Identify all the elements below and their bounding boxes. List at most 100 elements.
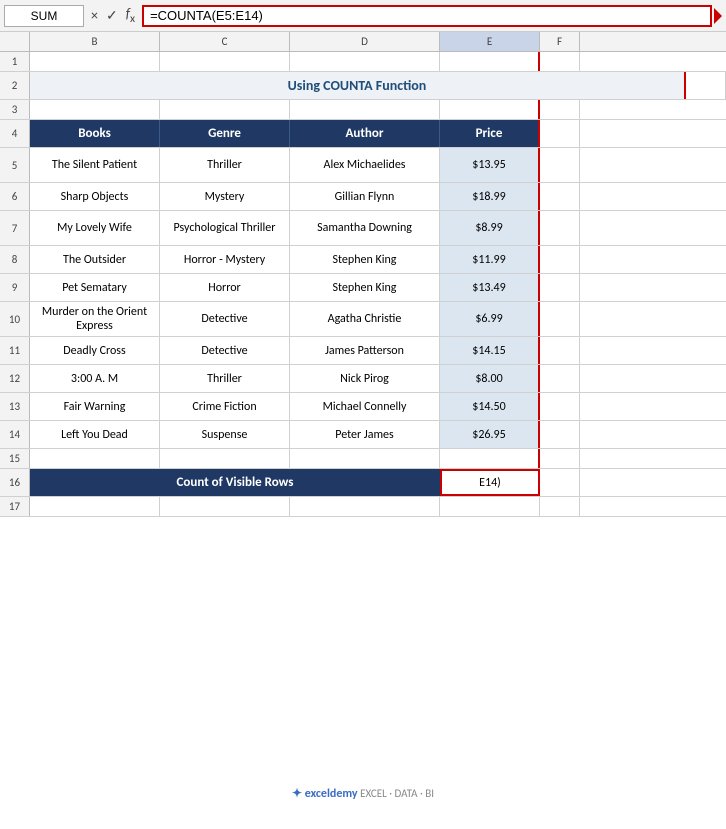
col-header-f[interactable]: F	[540, 32, 580, 51]
watermark: ✦ exceldemy EXCEL · DATA · BI	[292, 786, 434, 801]
cell-b5[interactable]: The Silent Patient	[30, 148, 160, 182]
cell-e12[interactable]: $8.00	[440, 365, 540, 392]
cell-d10[interactable]: Agatha Christie	[290, 302, 440, 336]
cell-c13[interactable]: Crime Fiction	[160, 393, 290, 420]
cell-f13[interactable]	[540, 393, 580, 420]
cell-c14[interactable]: Suspense	[160, 421, 290, 448]
cell-e13[interactable]: $14.50	[440, 393, 540, 420]
cell-e8[interactable]: $11.99	[440, 246, 540, 273]
cell-c1[interactable]	[160, 52, 290, 71]
cell-b14[interactable]: Left You Dead	[30, 421, 160, 448]
cell-d12[interactable]: Nick Pirog	[290, 365, 440, 392]
cell-e6[interactable]: $18.99	[440, 183, 540, 210]
row-3: 3	[0, 100, 726, 120]
cell-b9[interactable]: Pet Sematary	[30, 274, 160, 301]
cell-e15[interactable]	[440, 449, 540, 468]
cell-d1[interactable]	[290, 52, 440, 71]
cell-d8[interactable]: Stephen King	[290, 246, 440, 273]
cell-f1[interactable]	[540, 52, 580, 71]
formula-arrow	[714, 8, 722, 24]
row-8: 8 The Outsider Horror - Mystery Stephen …	[0, 246, 726, 274]
cell-b3[interactable]	[30, 100, 160, 119]
insert-function-icon[interactable]: fx	[123, 5, 138, 26]
row-num-16: 16	[0, 469, 30, 496]
cell-c8[interactable]: Horror - Mystery	[160, 246, 290, 273]
row-16: 16 Count of Visible Rows E14)	[0, 469, 726, 497]
cell-f12[interactable]	[540, 365, 580, 392]
cell-e11[interactable]: $14.15	[440, 337, 540, 364]
cell-d17[interactable]	[290, 497, 440, 516]
row-num-3: 3	[0, 100, 30, 119]
cell-f10[interactable]	[540, 302, 580, 336]
cell-b12[interactable]: 3:00 A. M	[30, 365, 160, 392]
cell-c11[interactable]: Detective	[160, 337, 290, 364]
title-merged: Using COUNTA Function	[30, 72, 686, 99]
cell-c12[interactable]: Thriller	[160, 365, 290, 392]
confirm-icon[interactable]: ✓	[103, 7, 121, 24]
cell-e17[interactable]	[440, 497, 540, 516]
cell-b13[interactable]: Fair Warning	[30, 393, 160, 420]
cell-c9[interactable]: Horror	[160, 274, 290, 301]
cell-d6[interactable]: Gillian Flynn	[290, 183, 440, 210]
cell-d15[interactable]	[290, 449, 440, 468]
cell-f2[interactable]	[686, 72, 726, 99]
col-header-d[interactable]: D	[290, 32, 440, 51]
formula-input[interactable]	[142, 5, 712, 27]
cell-c5[interactable]: Thriller	[160, 148, 290, 182]
cell-c17[interactable]	[160, 497, 290, 516]
name-box[interactable]: SUM	[4, 5, 84, 27]
cell-d13[interactable]: Michael Connelly	[290, 393, 440, 420]
cell-f16[interactable]	[540, 469, 580, 496]
cell-f3[interactable]	[540, 100, 580, 119]
cell-f7[interactable]	[540, 211, 580, 245]
row-num-7: 7	[0, 211, 30, 245]
cell-c7[interactable]: Psychological Thriller	[160, 211, 290, 245]
cell-f11[interactable]	[540, 337, 580, 364]
cell-e14[interactable]: $26.95	[440, 421, 540, 448]
cell-e7[interactable]: $8.99	[440, 211, 540, 245]
header-author: Author	[290, 120, 440, 147]
cell-c6[interactable]: Mystery	[160, 183, 290, 210]
row-14: 14 Left You Dead Suspense Peter James $2…	[0, 421, 726, 449]
cell-c3[interactable]	[160, 100, 290, 119]
cell-f17[interactable]	[540, 497, 580, 516]
cell-b1[interactable]	[30, 52, 160, 71]
cell-b8[interactable]: The Outsider	[30, 246, 160, 273]
cell-e1[interactable]	[440, 52, 540, 71]
col-header-c[interactable]: C	[160, 32, 290, 51]
cell-c10[interactable]: Detective	[160, 302, 290, 336]
cell-d11[interactable]: James Patterson	[290, 337, 440, 364]
cell-b11[interactable]: Deadly Cross	[30, 337, 160, 364]
cell-d14[interactable]: Peter James	[290, 421, 440, 448]
cell-e5[interactable]: $13.95	[440, 148, 540, 182]
cell-e10[interactable]: $6.99	[440, 302, 540, 336]
cancel-icon[interactable]: ×	[88, 7, 101, 24]
cell-d5[interactable]: Alex Michaelides	[290, 148, 440, 182]
cell-e9[interactable]: $13.49	[440, 274, 540, 301]
cell-d9[interactable]: Stephen King	[290, 274, 440, 301]
cell-f9[interactable]	[540, 274, 580, 301]
row-num-10: 10	[0, 302, 30, 336]
cell-b7[interactable]: My Lovely Wife	[30, 211, 160, 245]
count-value[interactable]: E14)	[440, 469, 540, 496]
cell-e3[interactable]	[440, 100, 540, 119]
cell-c15[interactable]	[160, 449, 290, 468]
col-header-e[interactable]: E	[440, 32, 540, 51]
cell-f14[interactable]	[540, 421, 580, 448]
col-header-b[interactable]: B	[30, 32, 160, 51]
cell-d3[interactable]	[290, 100, 440, 119]
cell-b6[interactable]: Sharp Objects	[30, 183, 160, 210]
cell-f6[interactable]	[540, 183, 580, 210]
row-9: 9 Pet Sematary Horror Stephen King $13.4…	[0, 274, 726, 302]
cell-f8[interactable]	[540, 246, 580, 273]
row-num-12: 12	[0, 365, 30, 392]
cell-f4[interactable]	[540, 120, 580, 147]
row-12: 12 3:00 A. M Thriller Nick Pirog $8.00	[0, 365, 726, 393]
cell-b10[interactable]: Murder on the Orient Express	[30, 302, 160, 336]
row-num-6: 6	[0, 183, 30, 210]
cell-b17[interactable]	[30, 497, 160, 516]
cell-b15[interactable]	[30, 449, 160, 468]
cell-d7[interactable]: Samantha Downing	[290, 211, 440, 245]
cell-f15[interactable]	[540, 449, 580, 468]
cell-f5[interactable]	[540, 148, 580, 182]
